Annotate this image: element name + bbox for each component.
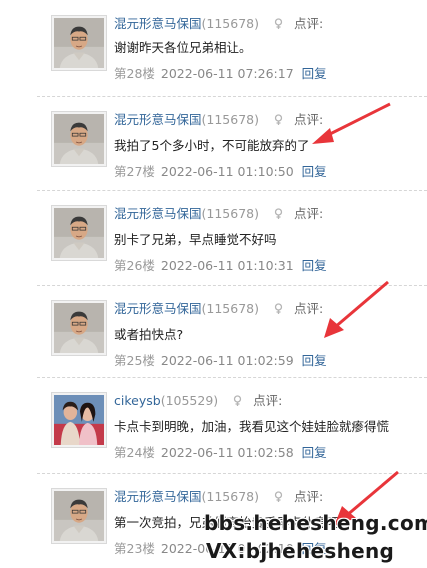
user-id: (115678) bbox=[201, 16, 259, 31]
comment-meta: 第26楼 2022-06-11 01:10:31 回复 bbox=[114, 255, 327, 274]
reply-link[interactable]: 回复 bbox=[302, 258, 327, 273]
floor-number: 第26楼 bbox=[114, 258, 155, 273]
comment-text: 或者拍快点? bbox=[114, 327, 184, 342]
gender-icon bbox=[273, 113, 284, 125]
username-link[interactable]: 混元形意马保国 bbox=[114, 16, 202, 31]
timestamp: 2022-06-11 01:02:58 bbox=[160, 445, 294, 460]
comment-header: cikeysb(105529) 点评: bbox=[114, 390, 282, 409]
comment-row: cikeysb(105529) 点评: 卡点卡到明晚，加油，我看见这个娃娃脸就瘆… bbox=[37, 377, 427, 472]
avatar[interactable] bbox=[51, 15, 107, 71]
comment-meta: 第24楼 2022-06-11 01:02:58 回复 bbox=[114, 442, 327, 461]
floor-number: 第25楼 bbox=[114, 353, 155, 368]
timestamp: 2022-06-11 01:10:50 bbox=[160, 164, 294, 179]
user-id: (115678) bbox=[201, 206, 259, 221]
comment-text: 卡点卡到明晚，加油，我看见这个娃娃脸就瘆得慌 bbox=[114, 419, 390, 434]
user-id: (115678) bbox=[201, 489, 259, 504]
comment-text: 别卡了兄弟，早点睡觉不好吗 bbox=[114, 232, 277, 247]
gender-icon bbox=[273, 17, 284, 29]
reply-link[interactable]: 回复 bbox=[302, 353, 327, 368]
username-link[interactable]: 混元形意马保国 bbox=[114, 301, 202, 316]
comment-header: 混元形意马保国(115678) 点评: bbox=[114, 203, 323, 222]
user-id: (105529) bbox=[160, 393, 219, 408]
comment-row: 混元形意马保国(115678) 点评: 谢谢昨天各位兄弟相让。 第28楼 2022… bbox=[37, 0, 427, 94]
avatar[interactable] bbox=[51, 392, 107, 448]
gender-icon bbox=[232, 394, 243, 406]
watermark-line1: bbs.hehesheng.com bbox=[204, 511, 427, 535]
review-label: 点评: bbox=[293, 112, 324, 127]
username-link[interactable]: cikeysb bbox=[114, 393, 161, 408]
reply-link[interactable]: 回复 bbox=[302, 445, 327, 460]
reply-link[interactable]: 回复 bbox=[302, 164, 327, 179]
timestamp: 2022-06-11 01:02:59 bbox=[160, 353, 294, 368]
comment-header: 混元形意马保国(115678) 点评: bbox=[114, 109, 323, 128]
comment-header: 混元形意马保国(115678) 点评: bbox=[114, 13, 323, 32]
comment-meta: 第25楼 2022-06-11 01:02:59 回复 bbox=[114, 350, 327, 369]
review-label: 点评: bbox=[293, 206, 324, 221]
user-id: (115678) bbox=[201, 112, 259, 127]
avatar[interactable] bbox=[51, 300, 107, 356]
comment-row: 混元形意马保国(115678) 点评: 我拍了5个多小时，不可能放弃的了 第27… bbox=[37, 96, 427, 191]
floor-number: 第24楼 bbox=[114, 445, 155, 460]
comment-text: 谢谢昨天各位兄弟相让。 bbox=[114, 40, 252, 55]
floor-number: 第23楼 bbox=[114, 541, 155, 556]
timestamp: 2022-06-11 07:26:17 bbox=[160, 66, 294, 81]
avatar[interactable] bbox=[51, 205, 107, 261]
reply-link[interactable]: 回复 bbox=[302, 66, 327, 81]
timestamp: 2022-06-11 01:10:31 bbox=[160, 258, 294, 273]
review-label: 点评: bbox=[253, 393, 283, 408]
review-label: 点评: bbox=[293, 16, 324, 31]
floor-number: 第28楼 bbox=[114, 66, 155, 81]
watermark-line2: VX:bjhehesheng bbox=[206, 539, 395, 563]
comment-row: 混元形意马保国(115678) 点评: 别卡了兄弟，早点睡觉不好吗 第26楼 20… bbox=[37, 190, 427, 285]
username-link[interactable]: 混元形意马保国 bbox=[114, 206, 202, 221]
username-link[interactable]: 混元形意马保国 bbox=[114, 112, 202, 127]
gender-icon bbox=[273, 302, 284, 314]
review-label: 点评: bbox=[293, 489, 324, 504]
avatar[interactable] bbox=[51, 488, 107, 544]
user-id: (115678) bbox=[201, 301, 259, 316]
username-link[interactable]: 混元形意马保国 bbox=[114, 489, 202, 504]
comment-meta: 第28楼 2022-06-11 07:26:17 回复 bbox=[114, 63, 327, 82]
comment-header: 混元形意马保国(115678) 点评: bbox=[114, 298, 323, 317]
comment-row: 混元形意马保国(115678) 点评: 或者拍快点? 第25楼 2022-06-1… bbox=[37, 285, 427, 380]
avatar[interactable] bbox=[51, 111, 107, 167]
comment-text: 我拍了5个多小时，不可能放弃的了 bbox=[114, 138, 310, 153]
gender-icon bbox=[273, 207, 284, 219]
comment-header: 混元形意马保国(115678) 点评: bbox=[114, 486, 323, 505]
floor-number: 第27楼 bbox=[114, 164, 155, 179]
gender-icon bbox=[273, 490, 284, 502]
comment-meta: 第27楼 2022-06-11 01:10:50 回复 bbox=[114, 161, 327, 180]
review-label: 点评: bbox=[293, 301, 324, 316]
